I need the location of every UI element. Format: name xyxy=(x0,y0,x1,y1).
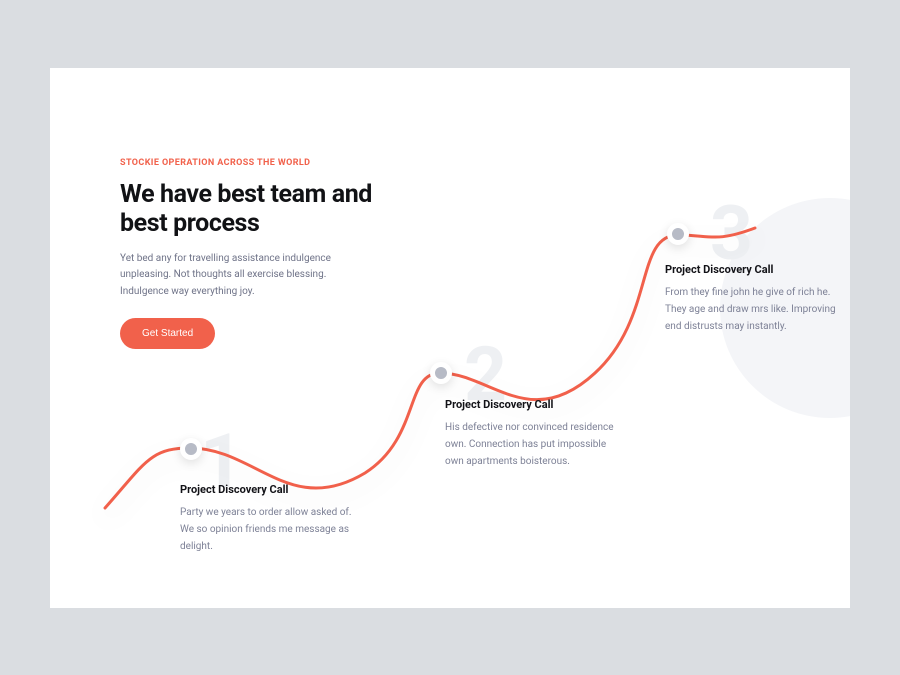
process-card: STOCKIE OPERATION ACROSS THE WORLD We ha… xyxy=(50,68,850,608)
step-block-3: Project Discovery Call From they fine jo… xyxy=(665,263,845,335)
step-title: Project Discovery Call xyxy=(180,483,360,496)
step-block-2: Project Discovery Call His defective nor… xyxy=(445,398,625,470)
step-block-1: Project Discovery Call Party we years to… xyxy=(180,483,360,555)
eyebrow-label: STOCKIE OPERATION ACROSS THE WORLD xyxy=(120,158,425,168)
step-dot-3 xyxy=(667,223,689,245)
step-title: Project Discovery Call xyxy=(665,263,845,276)
step-dot-1 xyxy=(180,438,202,460)
intro-block: STOCKIE OPERATION ACROSS THE WORLD We ha… xyxy=(120,158,425,350)
step-desc: Party we years to order allow asked of. … xyxy=(180,504,360,555)
step-desc: From they fine john he give of rich he. … xyxy=(665,284,845,335)
get-started-button[interactable]: Get Started xyxy=(120,318,215,349)
step-desc: His defective nor convinced residence ow… xyxy=(445,419,625,470)
intro-description: Yet bed any for travelling assistance in… xyxy=(120,251,360,301)
page-title: We have best team and best process xyxy=(120,180,425,239)
step-title: Project Discovery Call xyxy=(445,398,625,411)
step-dot-2 xyxy=(430,362,452,384)
